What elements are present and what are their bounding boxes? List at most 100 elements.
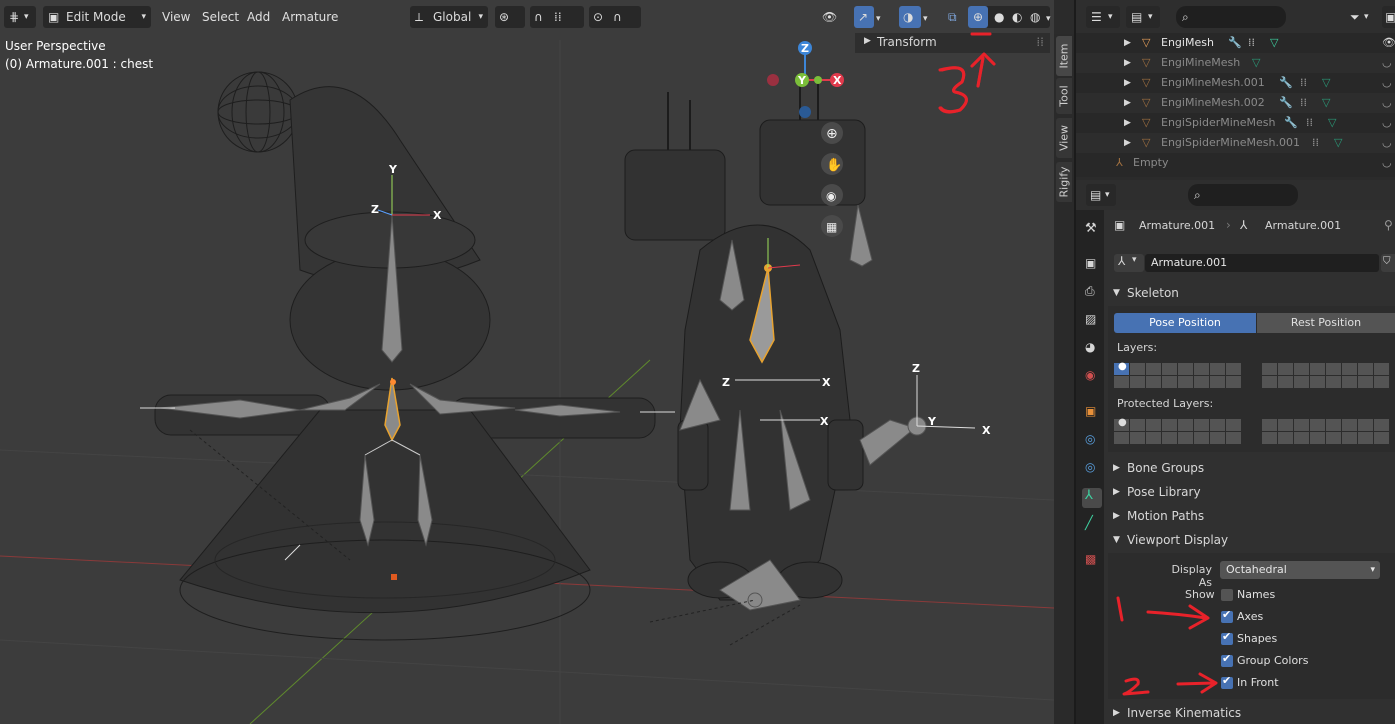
view-layer-tab-icon[interactable]: ▨: [1082, 312, 1102, 332]
texture-tab-icon[interactable]: ▩: [1082, 552, 1102, 572]
chevron-down-icon: ▾: [1370, 565, 1375, 575]
output-tab-icon[interactable]: ⎙: [1082, 284, 1102, 304]
outliner-item-label: EngiMineMesh.002: [1161, 96, 1265, 109]
annotation-3: [938, 66, 968, 114]
menu-armature[interactable]: Armature: [276, 6, 344, 28]
eye-closed-icon[interactable]: ◡: [1382, 113, 1392, 133]
transform-panel-header[interactable]: ▶ Transform ⁞⁞: [855, 33, 1050, 53]
material-shading-icon[interactable]: ◐: [1012, 6, 1022, 28]
tab-view[interactable]: View: [1056, 118, 1072, 158]
layers-grid-a[interactable]: ●: [1114, 361, 1241, 388]
mode-select[interactable]: ▣ Edit Mode ▾: [43, 6, 151, 28]
tab-item[interactable]: Item: [1056, 36, 1072, 76]
group-colors-checkbox[interactable]: ✔: [1221, 652, 1233, 667]
panel-inverse-kinematics-label: Inverse Kinematics: [1127, 706, 1242, 720]
properties-editor-type[interactable]: ▤ ▾: [1086, 184, 1116, 206]
tab-rigify[interactable]: Rigify: [1056, 162, 1072, 202]
constraints-tab-icon[interactable]: ◎: [1082, 432, 1102, 452]
shield-icon: ⛉: [1383, 256, 1391, 267]
eye-closed-icon[interactable]: ◡: [1382, 133, 1392, 153]
shading-mode-group[interactable]: ⊕ ● ◐ ◍: [968, 6, 1050, 28]
eye-closed-icon[interactable]: ◡: [1382, 93, 1392, 113]
protected-layers-grid-b[interactable]: [1262, 419, 1389, 444]
chevron-right-icon[interactable]: ▶: [1124, 33, 1131, 53]
outliner-row[interactable]: ▶ ▽ EngiMineMesh ▽ ◡: [1076, 53, 1395, 73]
overlays-dropdown[interactable]: ▾: [923, 6, 939, 28]
outliner-row[interactable]: ⅄ Empty ◡: [1076, 153, 1395, 173]
outliner-item-label: EngiMineMesh.001: [1161, 76, 1265, 89]
filter-button[interactable]: ⏷ ▾: [1346, 6, 1376, 28]
eye-closed-icon[interactable]: ◡: [1382, 73, 1392, 93]
panel-motion-paths-header[interactable]: ▶ Motion Paths: [1108, 505, 1395, 527]
display-mode-button[interactable]: ▤ ▾: [1126, 6, 1160, 28]
chevron-right-icon[interactable]: ▶: [1124, 53, 1131, 73]
object-tab-icon[interactable]: ▣: [1082, 404, 1102, 424]
visibility-button[interactable]: 👁: [818, 6, 848, 28]
outliner-search-input[interactable]: ⌕: [1176, 6, 1286, 28]
outliner-editor-type[interactable]: ☰ ▾: [1086, 6, 1120, 28]
new-collection-button[interactable]: ▣: [1382, 6, 1395, 28]
outliner-row[interactable]: ▶ ▽ EngiMineMesh.001 🔧 ⁞⁞ ▽ ◡: [1076, 73, 1395, 93]
panel-skeleton-header[interactable]: ▼ Skeleton: [1108, 282, 1395, 304]
rendered-shading-icon[interactable]: ◍: [1030, 6, 1040, 28]
chevron-right-icon[interactable]: ▶: [1124, 93, 1131, 113]
scene-tab-icon[interactable]: ◕: [1082, 340, 1102, 360]
pin-icon[interactable]: ⚲: [1384, 218, 1393, 232]
panel-bone-groups-header[interactable]: ▶ Bone Groups: [1108, 457, 1395, 479]
gizmo-toggle-button[interactable]: ↗: [854, 6, 874, 28]
display-as-select[interactable]: Octahedral ▾: [1220, 561, 1380, 579]
menu-view[interactable]: View: [156, 6, 196, 28]
protected-layers-grid-a[interactable]: ●: [1114, 417, 1241, 444]
snapping-group[interactable]: ∩ ⁞⁞: [530, 6, 584, 28]
outliner-row[interactable]: ▶ ▽ EngiMesh 🔧 ⁞⁞ ▽ 👁: [1076, 33, 1395, 53]
layers-grid-b[interactable]: [1262, 363, 1389, 388]
tab-tool[interactable]: Tool: [1056, 78, 1072, 114]
shading-dropdown[interactable]: ▾: [1046, 6, 1054, 28]
tool-tab-icon[interactable]: ⚒: [1082, 221, 1102, 241]
armature-data-tab-icon[interactable]: ⅄: [1082, 488, 1102, 508]
pivot-point-button[interactable]: ⊛: [495, 6, 525, 28]
chevron-right-icon[interactable]: ▶: [1124, 133, 1131, 153]
shapes-checkbox[interactable]: ✔: [1221, 630, 1233, 645]
properties-search-input[interactable]: ⌕: [1188, 184, 1298, 206]
eye-closed-icon[interactable]: ◡: [1382, 153, 1392, 173]
orientation-icon: ⟂: [415, 10, 424, 24]
drag-handle-icon[interactable]: ⁞⁞: [1036, 35, 1044, 49]
rest-position-button[interactable]: Rest Position: [1257, 313, 1395, 333]
fake-user-button[interactable]: ⛉: [1381, 254, 1395, 272]
overlays-toggle-button[interactable]: ◑: [899, 6, 921, 28]
panel-viewport-display-header[interactable]: ▼ Viewport Display: [1108, 529, 1395, 551]
menu-select[interactable]: Select: [196, 6, 245, 28]
gizmo-dropdown[interactable]: ▾: [876, 6, 892, 28]
layers-label: Layers:: [1117, 341, 1158, 354]
eye-closed-icon[interactable]: ◡: [1382, 53, 1392, 73]
menu-add[interactable]: Add: [241, 6, 276, 28]
transform-orientation-select[interactable]: ⟂ Global ▾: [410, 6, 488, 28]
outliner-row[interactable]: ▶ ▽ EngiSpiderMineMesh 🔧 ⁞⁞ ▽ ◡: [1076, 113, 1395, 133]
render-tab-icon[interactable]: ▣: [1082, 256, 1102, 276]
outliner-item-label: EngiSpiderMineMesh: [1161, 116, 1276, 129]
solid-shading-icon[interactable]: ●: [994, 6, 1004, 28]
3d-viewport[interactable]: Y X Z Z Y X X Z X Z X Y ⊕ ✋ ◉ ▦ ⋕ ▾ ▣ Ed…: [0, 0, 1054, 724]
panel-pose-library-header[interactable]: ▶ Pose Library: [1108, 481, 1395, 503]
physics-tab-icon[interactable]: ◎: [1082, 460, 1102, 480]
bone-tab-icon[interactable]: ╱: [1082, 516, 1102, 536]
eye-icon[interactable]: 👁: [1382, 33, 1395, 53]
panel-inverse-kinematics-header[interactable]: ▶ Inverse Kinematics: [1108, 702, 1395, 724]
modifier-wrench-icon: 🔧: [1284, 116, 1298, 129]
world-tab-icon[interactable]: ◉: [1082, 368, 1102, 388]
datablock-name-field[interactable]: Armature.001: [1145, 254, 1379, 272]
outliner-row[interactable]: ▶ ▽ EngiSpiderMineMesh.001 ⁞⁞ ▽ ◡: [1076, 133, 1395, 153]
pose-position-button[interactable]: Pose Position: [1114, 313, 1256, 333]
proportional-edit-group[interactable]: ⊙ ∩: [589, 6, 641, 28]
xray-toggle-button[interactable]: ⧉: [944, 6, 966, 28]
in-front-checkbox[interactable]: ✔: [1221, 674, 1233, 689]
datablock-browse-button[interactable]: ⅄ ▾: [1114, 254, 1144, 272]
editor-type-button[interactable]: ⋕ ▾: [4, 6, 36, 28]
outliner-row[interactable]: ▶ ▽ EngiMineMesh.002 🔧 ⁞⁞ ▽ ◡: [1076, 93, 1395, 113]
chevron-right-icon[interactable]: ▶: [1124, 113, 1131, 133]
names-checkbox[interactable]: [1221, 589, 1233, 601]
mesh-data-icon: ▽: [1328, 116, 1337, 129]
axes-checkbox[interactable]: ✔: [1221, 608, 1233, 623]
chevron-right-icon[interactable]: ▶: [1124, 73, 1131, 93]
